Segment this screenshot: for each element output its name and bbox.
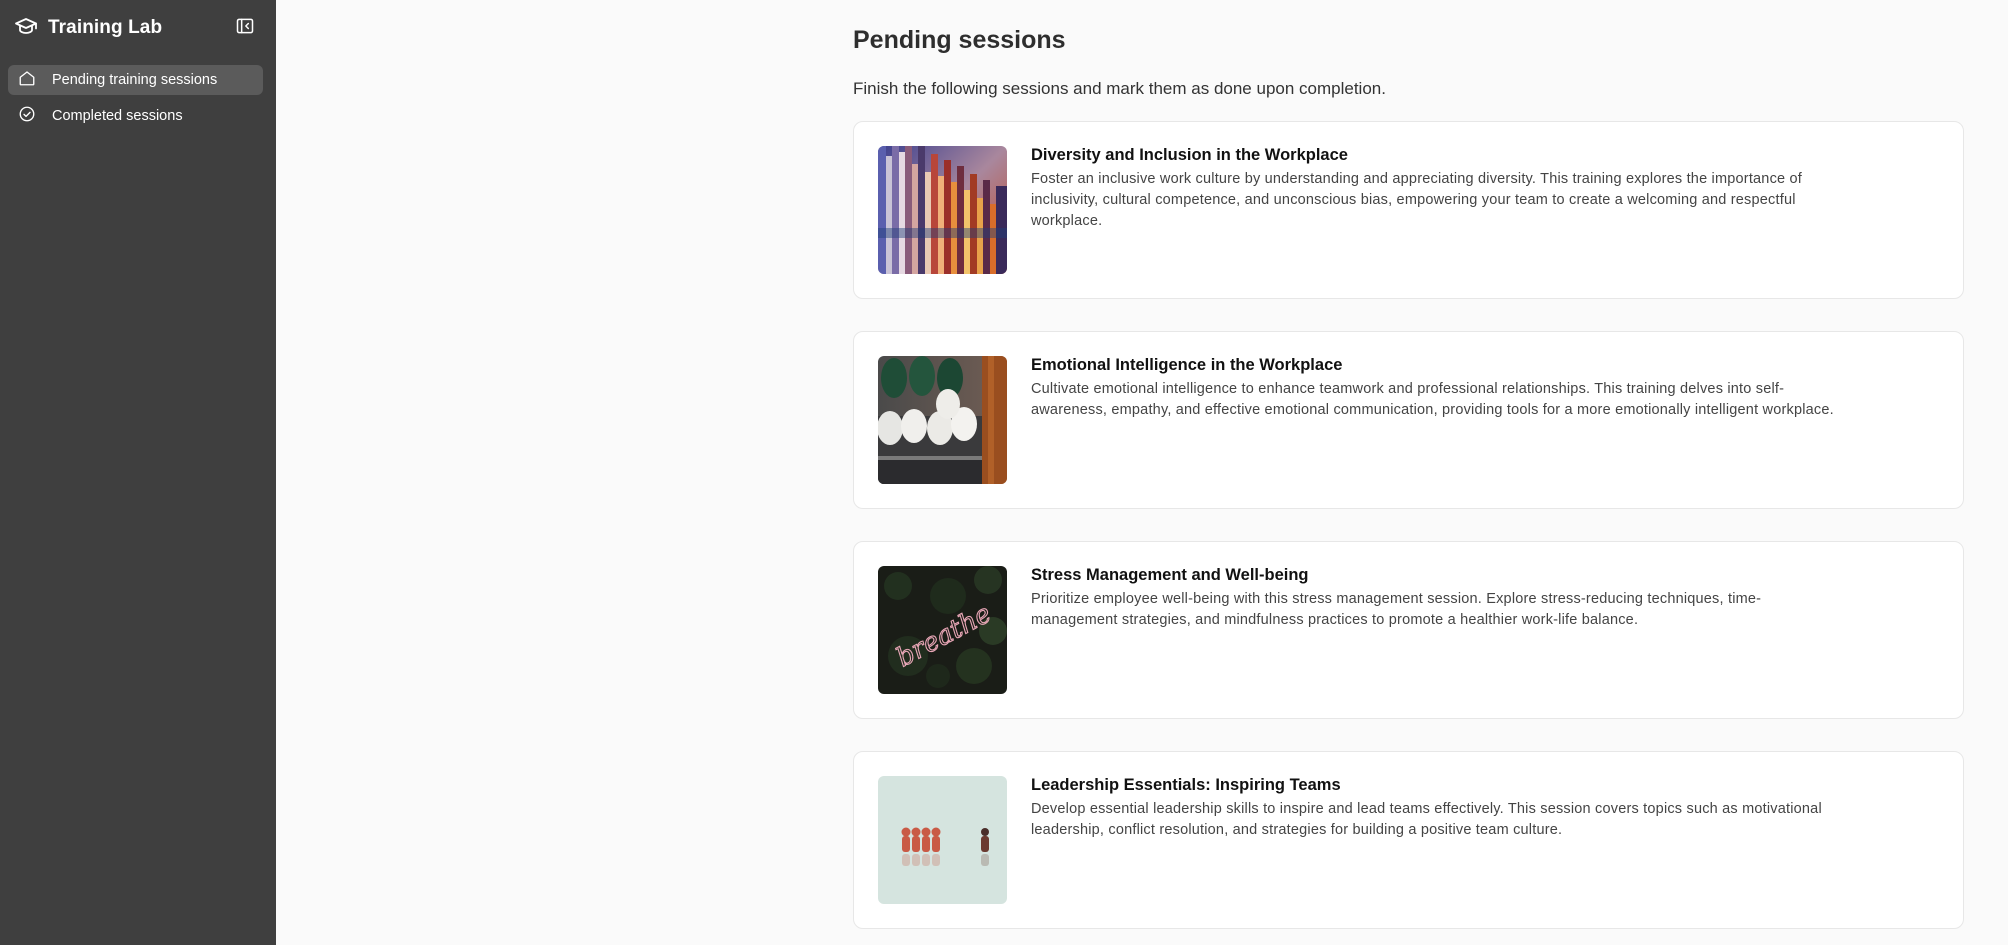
session-title: Stress Management and Well-being	[1031, 566, 1309, 584]
session-description: Foster an inclusive work culture by unde…	[1031, 171, 1803, 229]
session-card[interactable]: Diversity and Inclusion in the Workplace…	[853, 121, 1964, 299]
session-description: Prioritize employee well-being with this…	[1031, 591, 1762, 628]
session-thumbnail-emotional	[878, 356, 1007, 484]
sidebar: Training Lab Pending training sessions C…	[0, 0, 276, 945]
session-title: Emotional Intelligence in the Workplace	[1031, 356, 1343, 374]
graduation-cap-icon	[14, 14, 38, 43]
home-icon	[18, 69, 36, 91]
session-description: Cultivate emotional intelligence to enha…	[1031, 381, 1834, 418]
session-title: Diversity and Inclusion in the Workplace	[1031, 146, 1348, 164]
check-circle-icon	[18, 105, 36, 127]
sidebar-collapse-icon	[235, 16, 255, 41]
main-content: Pending sessions Finish the following se…	[276, 0, 2008, 945]
page-title: Pending sessions	[853, 26, 1066, 54]
collapse-sidebar-button[interactable]	[232, 17, 258, 39]
sidebar-item-label: Completed sessions	[52, 108, 183, 124]
sidebar-item-label: Pending training sessions	[52, 72, 218, 88]
session-thumbnail-stress: breathe	[878, 566, 1007, 694]
session-card[interactable]: breathe Stress Management and Well-being…	[853, 541, 1964, 719]
session-card[interactable]: Emotional Intelligence in the Workplace …	[853, 331, 1964, 509]
session-title: Leadership Essentials: Inspiring Teams	[1031, 776, 1341, 794]
session-description: Develop essential leadership skills to i…	[1031, 801, 1822, 838]
brand: Training Lab	[14, 15, 162, 41]
session-thumbnail-diversity	[878, 146, 1007, 274]
sidebar-item-completed-sessions[interactable]: Completed sessions	[8, 101, 263, 131]
session-thumbnail-leadership	[878, 776, 1007, 904]
sidebar-item-pending-sessions[interactable]: Pending training sessions	[8, 65, 263, 95]
session-card[interactable]: Leadership Essentials: Inspiring Teams D…	[853, 751, 1964, 929]
page-subtitle: Finish the following sessions and mark t…	[853, 79, 1386, 98]
app-title: Training Lab	[48, 17, 163, 38]
